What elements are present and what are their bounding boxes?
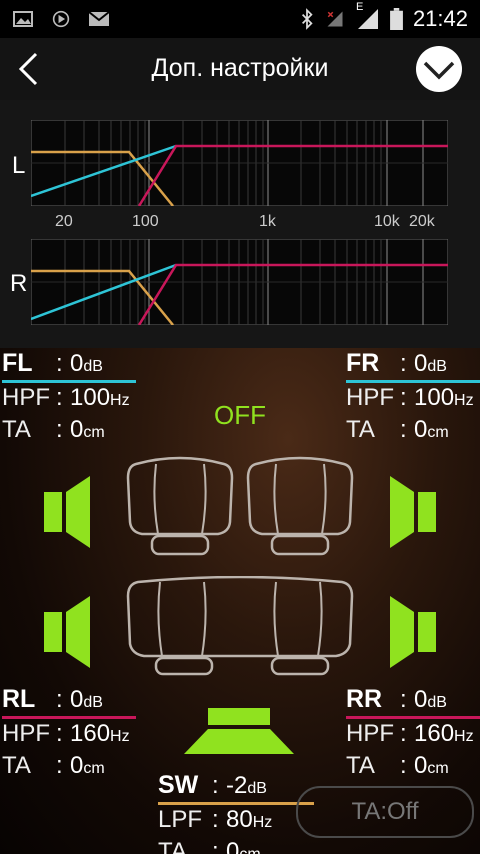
graph-left-label: L bbox=[12, 152, 26, 179]
channel-fl-ta: 0 bbox=[70, 416, 84, 443]
page-title: Доп. настройки bbox=[151, 54, 329, 82]
channel-rr-hpf: 160 bbox=[414, 720, 455, 747]
channel-rl[interactable]: RL : 0 dB HPF:160 Hz TA:0 cm bbox=[2, 684, 136, 783]
gallery-notification-icon bbox=[13, 11, 33, 27]
rear-left-speaker-icon[interactable] bbox=[44, 596, 92, 668]
right-channel-graph bbox=[31, 239, 448, 325]
channel-sw-lpf: 80 bbox=[226, 806, 253, 833]
rear-right-speaker-icon[interactable] bbox=[388, 596, 436, 668]
status-off-label: OFF bbox=[214, 400, 266, 430]
left-channel-graph bbox=[31, 120, 448, 206]
channel-fl-name: FL bbox=[2, 349, 33, 377]
channel-rl-name: RL bbox=[2, 685, 36, 713]
channel-fr-name: FR bbox=[346, 349, 380, 377]
channel-rr-level: 0 bbox=[414, 686, 428, 713]
channel-rr-name: RR bbox=[346, 685, 383, 713]
freq-label-10k: 10k bbox=[374, 213, 400, 230]
clock: 21:42 bbox=[412, 6, 468, 31]
rear-bench-seat-icon bbox=[126, 576, 354, 676]
channel-sw-name: SW bbox=[158, 771, 199, 799]
front-left-seat-icon bbox=[126, 456, 234, 556]
battery-icon bbox=[390, 8, 403, 30]
crossover-graph-panel: L R 20 100 1k 10k 20k bbox=[0, 100, 480, 348]
confirm-button[interactable] bbox=[416, 46, 462, 92]
signal-e-icon: E bbox=[356, 1, 380, 31]
freq-label-20: 20 bbox=[55, 213, 73, 230]
status-bar: E 21:42 bbox=[0, 0, 480, 38]
play-notification-icon bbox=[52, 10, 70, 28]
channel-fr-level: 0 bbox=[414, 350, 428, 377]
channel-rr-ta: 0 bbox=[414, 752, 428, 779]
channel-fr-hpf: 100 bbox=[414, 384, 455, 411]
speaker-layout-panel: FL : 0 dB HPF:100 Hz TA:0 cm FR : 0 dB HPF:1… bbox=[0, 348, 480, 854]
channel-rl-hpf: 160 bbox=[70, 720, 111, 747]
title-bar: Доп. настройки bbox=[0, 38, 480, 100]
channel-rr[interactable]: RR : 0 dB HPF:160 Hz TA:0 cm bbox=[346, 684, 480, 783]
subwoofer-speaker-icon[interactable] bbox=[182, 708, 296, 756]
graph-right-label: R bbox=[10, 270, 28, 297]
freq-label-20k: 20k bbox=[409, 213, 435, 230]
channel-fl-level: 0 bbox=[70, 350, 84, 377]
channel-fr[interactable]: FR : 0 dB HPF:100 Hz TA:0 cm bbox=[346, 348, 480, 447]
mail-notification-icon bbox=[88, 11, 110, 26]
bluetooth-icon bbox=[301, 8, 313, 30]
channel-rl-level: 0 bbox=[70, 686, 84, 713]
checkmark-chevron-icon bbox=[423, 61, 455, 80]
ta-toggle-button[interactable]: TA:Off bbox=[296, 786, 474, 838]
freq-label-100: 100 bbox=[132, 213, 159, 230]
front-right-seat-icon bbox=[246, 456, 354, 556]
channel-sw[interactable]: SW : -2dB LPF:80Hz TA:0cm bbox=[158, 770, 314, 854]
front-left-speaker-icon[interactable] bbox=[44, 476, 92, 548]
channel-fl-hpf: 100 bbox=[70, 384, 111, 411]
channel-sw-ta: 0 bbox=[226, 838, 240, 854]
front-right-speaker-icon[interactable] bbox=[388, 476, 436, 548]
channel-fl[interactable]: FL : 0 dB HPF:100 Hz TA:0 cm bbox=[2, 348, 136, 447]
channel-fr-ta: 0 bbox=[414, 416, 428, 443]
channel-sw-level: -2 bbox=[226, 772, 248, 799]
channel-rl-ta: 0 bbox=[70, 752, 84, 779]
freq-label-1k: 1k bbox=[259, 213, 276, 230]
signal-no-sim-icon bbox=[327, 11, 343, 27]
